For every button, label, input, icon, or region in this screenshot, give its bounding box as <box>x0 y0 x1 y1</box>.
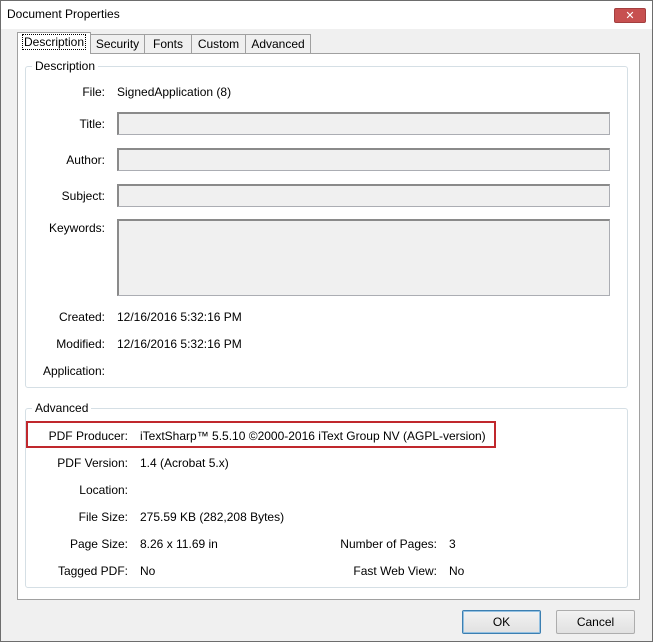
number-of-pages-label: Number of Pages: <box>340 537 437 551</box>
title-field[interactable] <box>117 112 610 135</box>
file-value: SignedApplication (8) <box>117 85 232 99</box>
page-size-value: 8.26 x 11.69 in <box>140 537 218 551</box>
location-label: Location: <box>79 483 128 497</box>
tab-description-label: Description <box>21 34 87 50</box>
tab-fonts-label: Fonts <box>152 37 183 51</box>
advanced-group-legend: Advanced <box>32 401 92 415</box>
pdf-producer-label: PDF Producer: <box>48 429 128 443</box>
application-label: Application: <box>42 364 105 378</box>
tab-security-label: Security <box>95 37 140 51</box>
tagged-pdf-label: Tagged PDF: <box>57 564 128 578</box>
subject-field[interactable] <box>117 184 610 207</box>
pdf-version-value: 1.4 (Acrobat 5.x) <box>140 456 229 470</box>
tab-security[interactable]: Security <box>90 34 145 53</box>
subject-label: Subject: <box>61 189 105 203</box>
file-size-value: 275.59 KB (282,208 Bytes) <box>140 510 285 524</box>
tab-advanced-label: Advanced <box>251 37 305 51</box>
tab-description[interactable]: Description <box>17 32 91 54</box>
author-label: Author: <box>66 153 105 167</box>
fast-web-view-value: No <box>449 564 465 578</box>
modified-value: 12/16/2016 5:32:16 PM <box>117 337 242 351</box>
ok-button[interactable]: OK <box>462 610 541 634</box>
fast-web-view-label: Fast Web View: <box>353 564 437 578</box>
author-field[interactable] <box>117 148 610 171</box>
file-label: File: <box>82 85 105 99</box>
window-title: Document Properties <box>7 7 120 21</box>
file-size-label: File Size: <box>78 510 128 524</box>
tagged-pdf-value: No <box>140 564 156 578</box>
description-group-legend: Description <box>32 59 99 73</box>
created-value: 12/16/2016 5:32:16 PM <box>117 310 242 324</box>
tab-custom[interactable]: Custom <box>191 34 246 53</box>
tab-advanced[interactable]: Advanced <box>245 34 311 53</box>
pdf-producer-value: iTextSharp™ 5.5.10 ©2000-2016 iText Grou… <box>140 429 486 443</box>
number-of-pages-value: 3 <box>449 537 456 551</box>
pdf-version-label: PDF Version: <box>57 456 128 470</box>
tab-custom-label: Custom <box>197 37 240 51</box>
tab-fonts[interactable]: Fonts <box>144 34 192 53</box>
title-bar: Document Properties ✕ <box>1 1 652 29</box>
page-size-label: Page Size: <box>69 537 128 551</box>
cancel-button[interactable]: Cancel <box>556 610 635 634</box>
keywords-field[interactable] <box>117 219 610 296</box>
created-label: Created: <box>58 310 105 324</box>
document-properties-dialog: Document Properties ✕ Description Securi… <box>0 0 653 642</box>
title-label: Title: <box>79 117 105 131</box>
close-icon[interactable]: ✕ <box>614 8 646 23</box>
keywords-label: Keywords: <box>48 221 105 235</box>
modified-label: Modified: <box>56 337 105 351</box>
